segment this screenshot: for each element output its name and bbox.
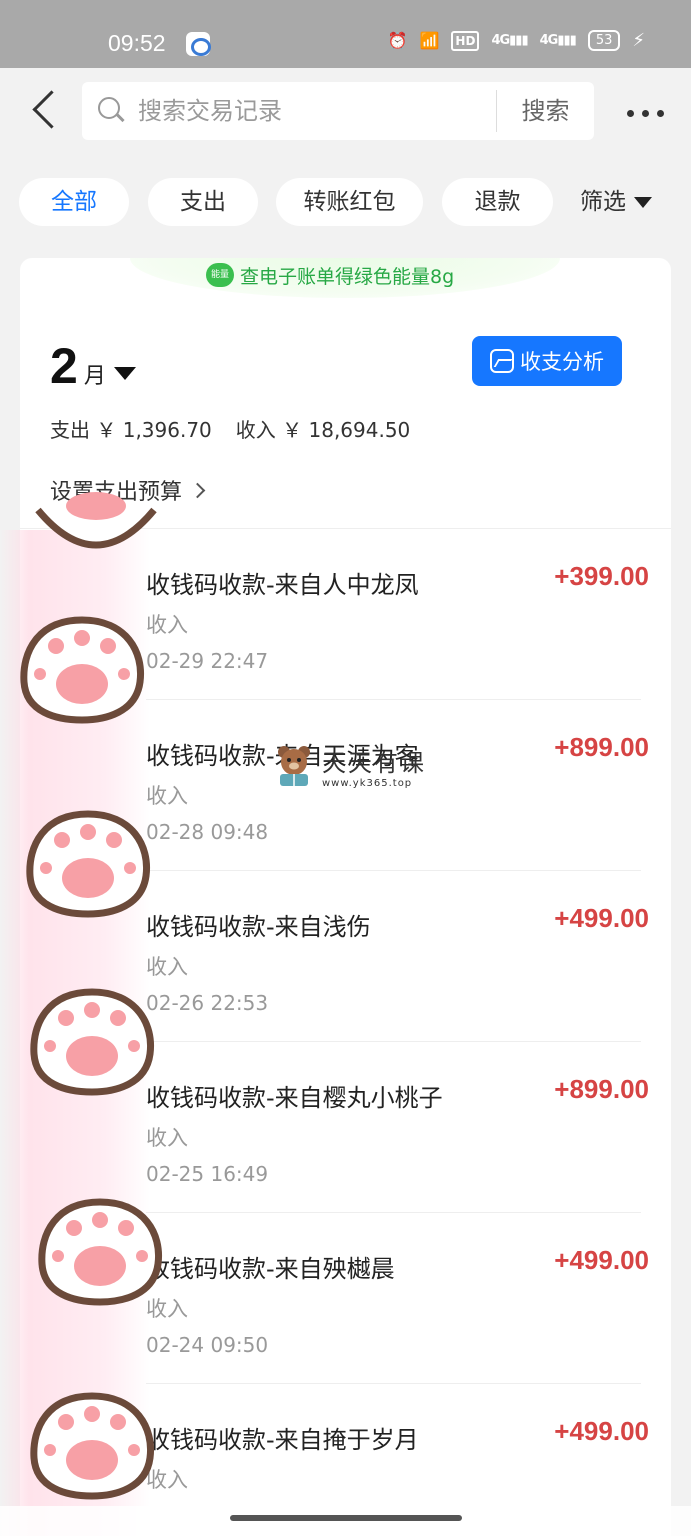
- expense-total: 支出 ￥ 1,396.70: [50, 418, 212, 442]
- filter-button[interactable]: 筛选: [580, 178, 652, 226]
- search-button[interactable]: 搜索: [497, 82, 594, 140]
- transaction-date: 02-29 22:47: [146, 649, 269, 673]
- app-notification-icon: [186, 32, 211, 56]
- tab-transfer[interactable]: 转账红包: [276, 178, 423, 226]
- transaction-amount: +499.00: [554, 903, 649, 933]
- charging-icon: ⚡: [632, 30, 645, 51]
- paw-sticker-icon: [30, 470, 162, 550]
- paw-sticker-icon: [26, 984, 158, 1096]
- status-bar: 09:52 ⏰ 📶 HD 4G▮▮▮ 4G▮▮▮ 53 ⚡: [0, 0, 691, 68]
- energy-badge-icon: 能量: [206, 263, 234, 287]
- watermark: 天天有课 www.yk365.top: [272, 742, 426, 790]
- watermark-url: www.yk365.top: [322, 778, 413, 789]
- bottom-fade: [0, 1506, 691, 1536]
- filter-tabs: 全部 支出 转账红包 退款 筛选: [0, 178, 691, 228]
- income-total: 收入 ￥ 18,694.50: [235, 418, 411, 442]
- transaction-date: 02-24 09:50: [146, 1333, 269, 1357]
- transaction-type: 收入: [146, 613, 188, 637]
- transaction-type: 收入: [146, 1126, 188, 1150]
- transaction-amount: +399.00: [554, 561, 649, 591]
- transaction-date: 02-28 09:48: [146, 820, 269, 844]
- month-unit: 月: [83, 364, 106, 389]
- transaction-date: 02-26 22:53: [146, 991, 269, 1015]
- paw-sticker-icon: [26, 1388, 158, 1500]
- transaction-amount: +499.00: [554, 1416, 649, 1446]
- transaction-title: 收钱码收款-来自掩于岁月: [146, 1426, 419, 1454]
- analysis-label: 收支分析: [520, 350, 604, 374]
- paw-sticker-icon: [22, 806, 154, 918]
- transaction-type: 收入: [146, 955, 188, 979]
- alarm-icon: ⏰: [387, 31, 408, 50]
- transaction-amount: +499.00: [554, 1245, 649, 1275]
- home-indicator[interactable]: [230, 1515, 462, 1521]
- header: 搜索: [0, 68, 691, 160]
- transaction-title: 收钱码收款-来自樱丸小桃子: [146, 1084, 443, 1112]
- transaction-amount: +899.00: [554, 1074, 649, 1104]
- more-icon[interactable]: [620, 98, 670, 128]
- month-number: 2: [50, 338, 78, 394]
- status-icons: ⏰ 📶 HD 4G▮▮▮ 4G▮▮▮ 53 ⚡: [388, 30, 645, 51]
- triangle-down-icon: [634, 197, 652, 208]
- status-time: 09:52: [108, 30, 166, 56]
- analysis-button[interactable]: 收支分析: [472, 336, 622, 386]
- bear-logo-icon: [278, 746, 310, 786]
- back-icon[interactable]: [28, 88, 64, 136]
- tab-all[interactable]: 全部: [19, 178, 129, 226]
- transaction-amount: +899.00: [554, 732, 649, 762]
- transaction-title: 收钱码收款-来自殃樾晨: [146, 1255, 395, 1283]
- search-box[interactable]: 搜索: [82, 82, 594, 140]
- paw-sticker-icon: [16, 612, 148, 724]
- wifi-icon: 📶: [419, 31, 440, 50]
- transaction-date: 02-25 16:49: [146, 1162, 269, 1186]
- energy-banner-text: 查电子账单得绿色能量8g: [240, 265, 455, 288]
- hd-icon: HD: [451, 30, 480, 51]
- search-input[interactable]: [138, 90, 488, 132]
- month-totals: 支出 ￥ 1,396.70 收入 ￥ 18,694.50: [50, 414, 410, 443]
- watermark-title: 天天有课: [322, 749, 426, 777]
- tab-expense[interactable]: 支出: [148, 178, 258, 226]
- signal-icon-2: 4G▮▮▮: [539, 33, 577, 48]
- filter-label: 筛选: [580, 189, 626, 215]
- signal-icon: 4G▮▮▮: [491, 33, 528, 48]
- tab-refund[interactable]: 退款: [442, 178, 553, 226]
- chart-icon: [490, 349, 514, 373]
- transaction-title: 收钱码收款-来自浅伤: [146, 913, 371, 941]
- chevron-right-icon: [189, 482, 206, 498]
- month-selector[interactable]: 2 月: [50, 338, 136, 394]
- paw-sticker-icon: [34, 1194, 166, 1306]
- battery-icon: 53: [587, 30, 621, 51]
- transaction-title: 收钱码收款-来自人中龙凤: [146, 571, 419, 599]
- energy-banner[interactable]: 能量 查电子账单得绿色能量8g: [206, 260, 454, 290]
- search-icon: [98, 97, 124, 123]
- caret-down-icon: [113, 367, 136, 380]
